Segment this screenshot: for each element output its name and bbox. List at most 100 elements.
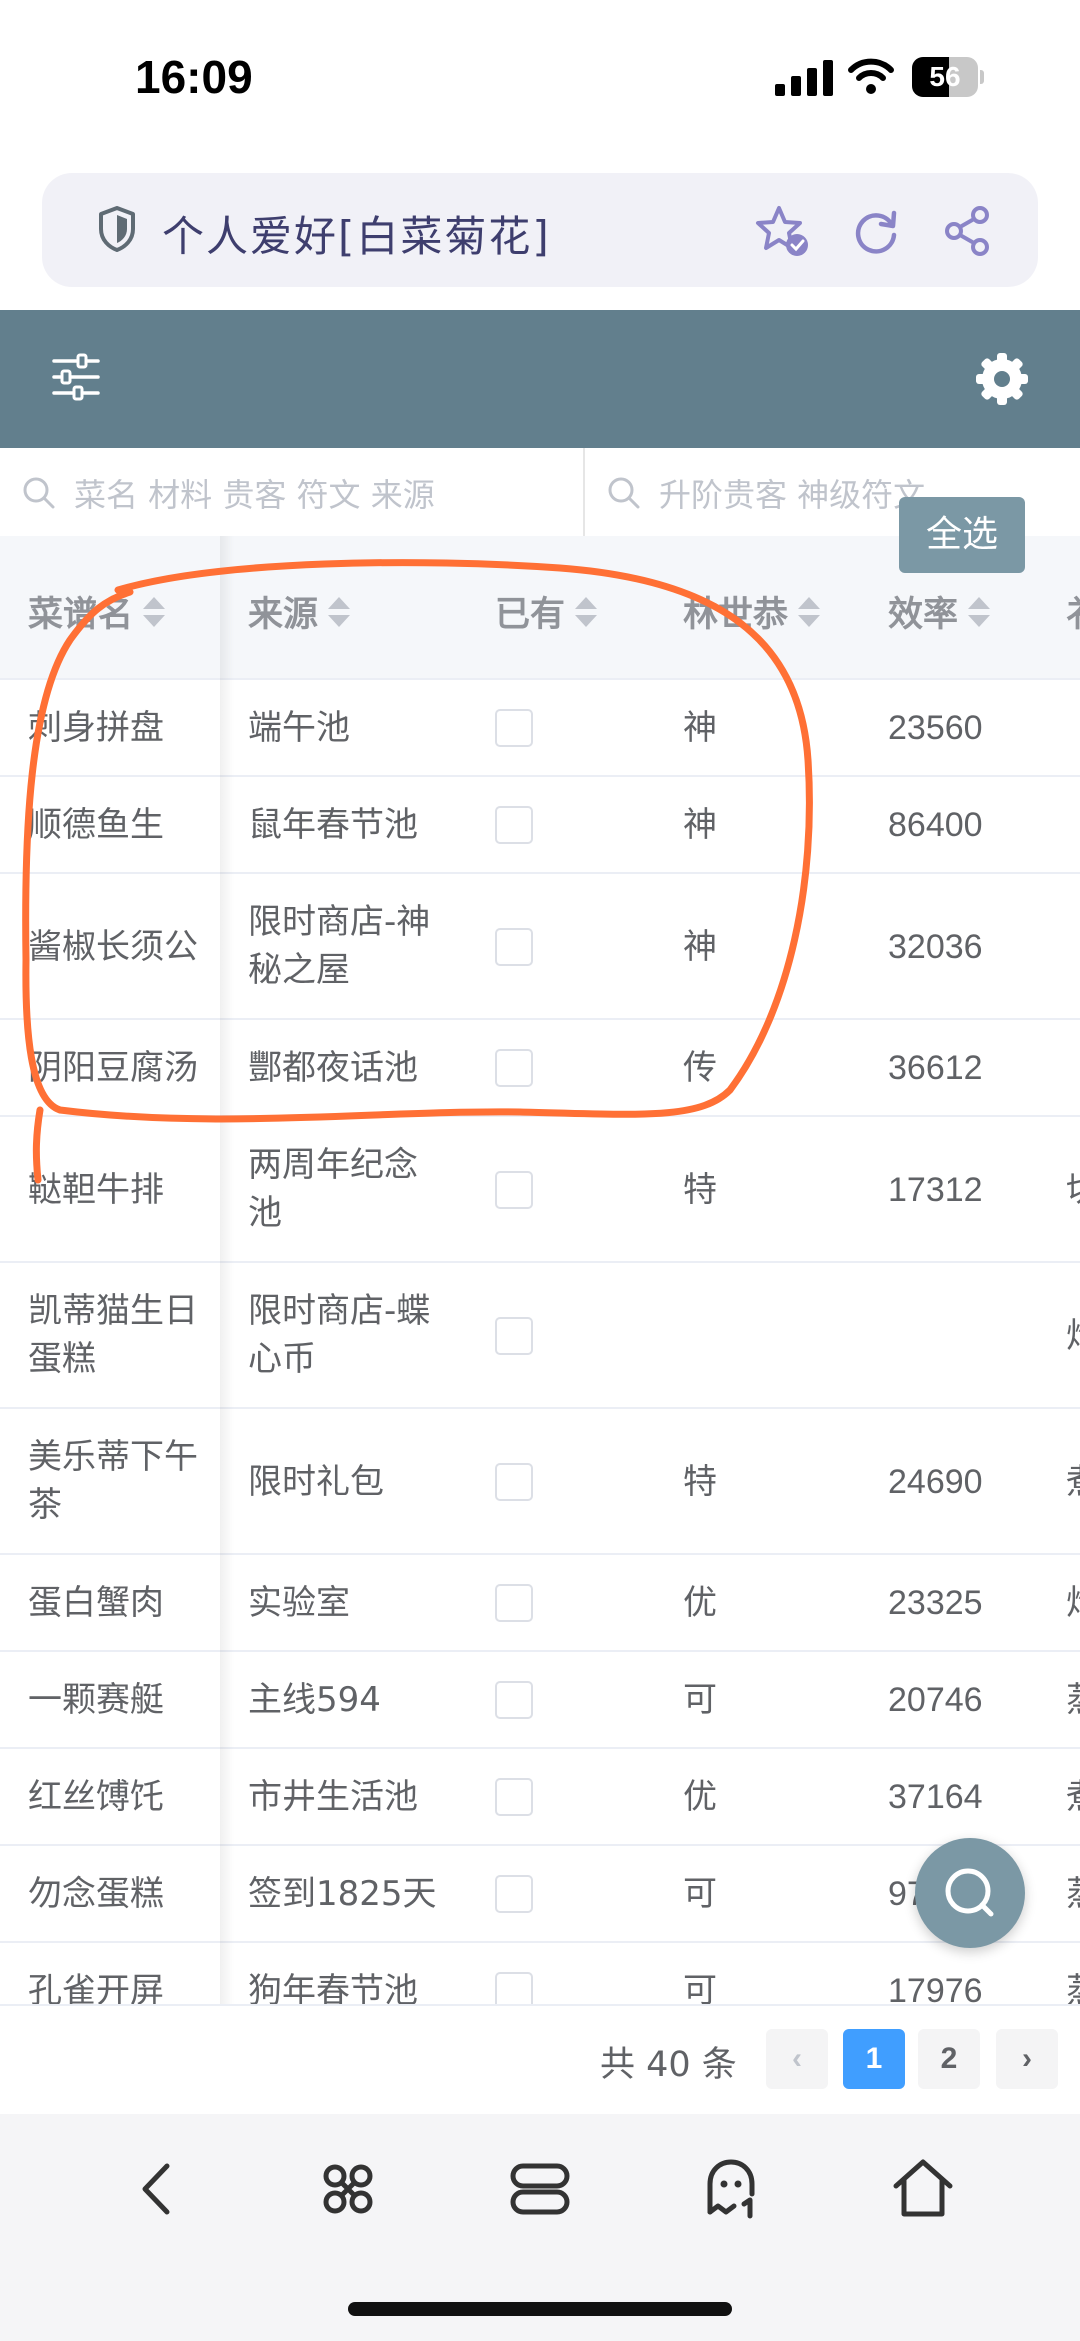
column-label: 效率 bbox=[888, 595, 959, 635]
owned-checkbox[interactable] bbox=[495, 928, 533, 966]
extra-value: 切 bbox=[1066, 1166, 1080, 1214]
extra-value: 煮 bbox=[1066, 1458, 1080, 1506]
sort-icon[interactable] bbox=[968, 595, 991, 629]
home-indicator bbox=[348, 2302, 732, 2316]
recipe-name: 一颗赛艇 bbox=[28, 1680, 164, 1720]
table-row[interactable]: 顺德鱼生 鼠年春节池 神 86400 bbox=[0, 777, 1080, 874]
sort-icon[interactable] bbox=[143, 595, 166, 629]
sort-icon[interactable] bbox=[575, 595, 598, 629]
next-page-button[interactable]: › bbox=[996, 2029, 1058, 2089]
status-time: 16:09 bbox=[135, 51, 253, 103]
pagination: 共 40 条 ‹ 1 2 › bbox=[0, 2004, 1080, 2114]
battery-icon: 56 bbox=[912, 57, 984, 97]
home-icon[interactable] bbox=[888, 2154, 958, 2224]
owned-checkbox[interactable] bbox=[495, 806, 533, 844]
column-label: 菜谱名 bbox=[28, 595, 134, 635]
extra-value: 炸 bbox=[1066, 1579, 1080, 1627]
owned-checkbox[interactable] bbox=[495, 1463, 533, 1501]
owned-checkbox[interactable] bbox=[495, 1317, 533, 1355]
table-row[interactable]: 红丝馎饦 市井生活池 优 37164 煮 bbox=[0, 1749, 1080, 1846]
efficiency-value: 17312 bbox=[888, 1171, 983, 1209]
extra-value: 蒸 bbox=[1066, 1870, 1080, 1918]
efficiency-value: 86400 bbox=[888, 806, 983, 844]
table-row[interactable]: 一颗赛艇 主线594 可 20746 蒸 bbox=[0, 1652, 1080, 1749]
shield-icon bbox=[99, 206, 135, 252]
recipe-name: 孔雀开屏 bbox=[28, 1971, 164, 2004]
chef-rank: 神 bbox=[683, 805, 717, 845]
status-bar: 16:09 56 bbox=[0, 0, 1080, 160]
recipe-name: 蛋白蟹肉 bbox=[28, 1583, 164, 1623]
select-all-button[interactable]: 全选 bbox=[899, 497, 1025, 573]
search-input[interactable]: 菜名 材料 贵客 符文 来源 bbox=[0, 448, 583, 536]
pagination-total: 共 40 条 bbox=[600, 2045, 737, 2085]
refresh-icon[interactable] bbox=[848, 203, 904, 259]
chef-rank: 可 bbox=[683, 1874, 717, 1914]
page-2-button[interactable]: 2 bbox=[918, 2029, 980, 2089]
back-icon[interactable] bbox=[123, 2154, 193, 2224]
extra-value: 炸 bbox=[1066, 1312, 1080, 1360]
recipe-source: 鼠年春节池 bbox=[248, 805, 418, 845]
column-header-source[interactable]: 来源 bbox=[248, 586, 351, 637]
column-header-owned[interactable]: 已有 bbox=[495, 586, 598, 637]
owned-checkbox[interactable] bbox=[495, 709, 533, 747]
chef-rank: 传 bbox=[683, 1048, 717, 1088]
filter-icon[interactable] bbox=[52, 352, 100, 402]
table-row[interactable]: 美乐蒂下午茶 限时礼包 特 24690 煮 bbox=[0, 1409, 1080, 1555]
owned-checkbox[interactable] bbox=[495, 1681, 533, 1719]
owned-checkbox[interactable] bbox=[495, 1875, 533, 1913]
table-row[interactable]: 酱椒长须公 限时商店-神秘之屋 神 32036 bbox=[0, 874, 1080, 1020]
owned-checkbox[interactable] bbox=[495, 1584, 533, 1622]
chef-rank: 神 bbox=[683, 708, 717, 748]
apps-icon[interactable] bbox=[313, 2154, 383, 2224]
star-check-icon[interactable] bbox=[755, 203, 811, 259]
chef-rank: 特 bbox=[683, 1462, 717, 1502]
recipe-source: 签到1825天 bbox=[248, 1874, 437, 1914]
efficiency-value: 37164 bbox=[888, 1778, 983, 1816]
search-icon bbox=[945, 1868, 994, 1917]
extra-value: 蒸 bbox=[1066, 1967, 1080, 2004]
column-header-name[interactable]: 菜谱名 bbox=[28, 586, 166, 637]
column-header-chef[interactable]: 林世恭 bbox=[683, 586, 821, 637]
recipe-name: 酱椒长须公 bbox=[28, 927, 198, 967]
table-row[interactable]: 孔雀开屏 狗年春节池 可 17976 蒸 bbox=[0, 1943, 1080, 2004]
recipe-name: 刺身拼盘 bbox=[28, 708, 164, 748]
sort-icon[interactable] bbox=[798, 595, 821, 629]
tabs-icon[interactable] bbox=[505, 2154, 575, 2224]
address-bar[interactable]: 个人爱好[白菜菊花] bbox=[42, 173, 1038, 287]
recipe-name: 美乐蒂下午茶 bbox=[28, 1437, 198, 1525]
page-1-button[interactable]: 1 bbox=[843, 2029, 905, 2089]
table-row[interactable]: 凯蒂猫生日蛋糕 限时商店-蝶心币 炸 bbox=[0, 1263, 1080, 1409]
recipe-source: 实验室 bbox=[248, 1583, 350, 1623]
table-row[interactable]: 鞑靼牛排 两周年纪念池 特 17312 切 bbox=[0, 1117, 1080, 1263]
ghost-icon[interactable] bbox=[696, 2154, 766, 2224]
recipe-name: 红丝馎饦 bbox=[28, 1777, 164, 1817]
screen: 16:09 56 个人爱好[白菜菊花] 菜名 材料 贵客 符文 来源 升阶贵客 … bbox=[0, 0, 1080, 2341]
recipe-source: 狗年春节池 bbox=[248, 1971, 418, 2004]
chef-rank: 特 bbox=[683, 1170, 717, 1210]
search-fab-button[interactable] bbox=[915, 1838, 1025, 1948]
column-header-next[interactable]: 衤 bbox=[1066, 586, 1080, 637]
prev-page-button[interactable]: ‹ bbox=[766, 2029, 828, 2089]
battery-percent: 56 bbox=[929, 61, 961, 92]
owned-checkbox[interactable] bbox=[495, 1049, 533, 1087]
owned-checkbox[interactable] bbox=[495, 1972, 533, 2004]
wifi-icon bbox=[848, 58, 894, 94]
recipe-source: 酆都夜话池 bbox=[248, 1048, 418, 1088]
recipe-name: 顺德鱼生 bbox=[28, 805, 164, 845]
share-icon[interactable] bbox=[940, 203, 996, 259]
fixed-column-shadow bbox=[220, 536, 234, 2004]
owned-checkbox[interactable] bbox=[495, 1171, 533, 1209]
table-row[interactable]: 刺身拼盘 端午池 神 23560 bbox=[0, 680, 1080, 777]
table-row[interactable]: 阴阳豆腐汤 酆都夜话池 传 36612 bbox=[0, 1020, 1080, 1117]
gear-icon[interactable] bbox=[975, 352, 1029, 406]
signal-icon bbox=[775, 60, 833, 96]
sort-icon[interactable] bbox=[328, 595, 351, 629]
recipe-table: 菜谱名 来源 已有 林世恭 效率 衤 刺身拼盘 端午池 神 23560 顺德鱼生… bbox=[0, 536, 1080, 2004]
recipe-source: 限时商店-蝶心币 bbox=[248, 1291, 431, 1379]
owned-checkbox[interactable] bbox=[495, 1778, 533, 1816]
app-toolbar bbox=[0, 310, 1080, 448]
recipe-source: 两周年纪念池 bbox=[248, 1145, 418, 1233]
column-header-efficiency[interactable]: 效率 bbox=[888, 586, 991, 637]
table-row[interactable]: 蛋白蟹肉 实验室 优 23325 炸 bbox=[0, 1555, 1080, 1652]
recipe-source: 端午池 bbox=[248, 708, 350, 748]
